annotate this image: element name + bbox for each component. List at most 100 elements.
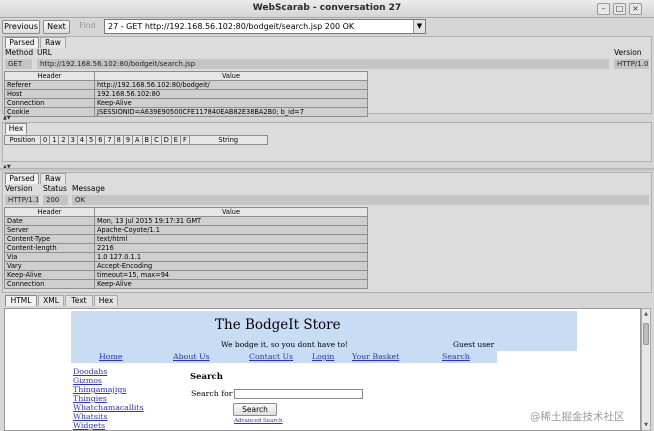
version-field[interactable]: HTTP/1.0 xyxy=(614,59,649,69)
nav-search-link[interactable]: Search xyxy=(442,352,470,361)
store-header: The BodgeIt Store We bodge it, so you do… xyxy=(71,311,577,351)
content-tabs: HTML XML Text Hex xyxy=(2,295,652,307)
column-header[interactable]: Header xyxy=(4,207,95,217)
nav-login-link[interactable]: Login xyxy=(312,352,334,361)
nav-about-link[interactable]: About Us xyxy=(173,352,210,361)
close-icon[interactable]: × xyxy=(629,3,642,15)
column-header[interactable]: 6 xyxy=(95,135,106,145)
table-row[interactable]: Via 1.0 127.0.1.1 xyxy=(4,252,368,262)
message-label: Message xyxy=(72,184,105,193)
sidebar-item-widgets[interactable]: Widgets xyxy=(73,421,105,430)
version-label: Version xyxy=(5,184,33,193)
column-header[interactable]: 4 xyxy=(76,135,88,145)
table-row[interactable]: Vary Accept-Encoding xyxy=(4,261,368,271)
table-row[interactable]: Referer http://192.168.56.102:80/bodgeit/ xyxy=(4,80,368,90)
column-header[interactable]: 0 xyxy=(39,135,51,145)
store-motto: We bodge it, so you dont have to! xyxy=(221,340,349,349)
header-value: timeout=15, max=94 xyxy=(94,270,368,280)
tab-html[interactable]: HTML xyxy=(5,295,37,306)
version-field[interactable]: HTTP/1.1 xyxy=(5,195,39,205)
column-header[interactable]: F xyxy=(179,135,190,145)
version-label: Version xyxy=(614,48,642,57)
column-header[interactable]: String xyxy=(188,135,268,145)
scroll-up-icon[interactable]: ▲ xyxy=(642,311,650,317)
column-header[interactable]: C xyxy=(151,135,162,145)
header-value: Keep-Alive xyxy=(94,279,368,289)
tab-response-raw[interactable]: Raw xyxy=(40,173,66,184)
column-header[interactable]: 8 xyxy=(113,135,124,145)
tab-response-parsed[interactable]: Parsed xyxy=(5,173,39,184)
column-header[interactable]: Value xyxy=(94,71,368,81)
advanced-search-link[interactable]: Advanced Search xyxy=(234,418,283,424)
split-arrows-icon[interactable]: ▲▼ xyxy=(3,115,11,121)
column-header[interactable]: 3 xyxy=(67,135,78,145)
header-name: Via xyxy=(4,252,95,262)
column-header[interactable]: 5 xyxy=(86,135,97,145)
table-row[interactable]: Connection Keep-Alive xyxy=(4,279,368,289)
scroll-down-icon[interactable]: ▼ xyxy=(642,422,650,428)
minimize-icon[interactable]: – xyxy=(597,3,610,15)
sidebar-item-thingamajigs[interactable]: Thingamajigs xyxy=(73,385,126,394)
column-header[interactable]: D xyxy=(160,135,172,145)
header-name: Keep-Alive xyxy=(4,270,95,280)
tab-hex[interactable]: Hex xyxy=(5,123,27,134)
header-name: Host xyxy=(4,89,95,99)
conversation-select-value: 27 - GET http://192.168.56.102:80/bodgei… xyxy=(108,22,355,31)
nav-home-link[interactable]: Home xyxy=(99,352,123,361)
sidebar-item-whatsits[interactable]: Whatsits xyxy=(73,412,107,421)
column-header[interactable]: 7 xyxy=(104,135,115,145)
column-header[interactable]: Position xyxy=(4,135,41,145)
html-preview-scrollbar[interactable]: ▲ ▼ xyxy=(641,308,651,431)
table-row[interactable]: Content-length 2216 xyxy=(4,243,368,253)
header-value: text/html xyxy=(94,234,368,244)
response-headers-table: Header Value Date Mon, 13 Jul 2015 19:17:… xyxy=(4,207,368,289)
scrollbar-thumb[interactable] xyxy=(643,323,649,345)
method-label: Method xyxy=(5,48,34,57)
header-name: Vary xyxy=(4,261,95,271)
column-header[interactable]: E xyxy=(170,135,181,145)
pane-divider[interactable] xyxy=(0,168,654,171)
column-header[interactable]: Value xyxy=(94,207,368,217)
sidebar-item-whatchamacallits[interactable]: Whatchamacallits xyxy=(73,403,144,412)
message-field[interactable]: OK xyxy=(72,195,649,205)
url-field[interactable]: http://192.168.56.102:80/bodgeit/search.… xyxy=(37,59,609,69)
column-header[interactable]: Header xyxy=(4,71,95,81)
maximize-icon[interactable]: □ xyxy=(613,3,626,15)
sidebar-item-thingies[interactable]: Thingies xyxy=(73,394,107,403)
nav-basket-link[interactable]: Your Basket xyxy=(352,352,399,361)
sidebar-item-gizmos[interactable]: Gizmos xyxy=(73,376,102,385)
header-value: 1.0 127.0.1.1 xyxy=(94,252,368,262)
table-row[interactable]: Keep-Alive timeout=15, max=94 xyxy=(4,270,368,280)
table-row[interactable]: Cookie JSESSIONID=A639E90500CFE117840EAB8… xyxy=(4,107,368,117)
table-row[interactable]: Connection Keep-Alive xyxy=(4,98,368,108)
tab-request-parsed[interactable]: Parsed xyxy=(5,37,39,48)
search-heading: Search xyxy=(190,372,223,382)
column-header[interactable]: B xyxy=(141,135,153,145)
url-label: URL xyxy=(37,48,52,57)
tab-text[interactable]: Text xyxy=(65,295,93,306)
column-header[interactable]: 2 xyxy=(58,135,69,145)
next-button[interactable]: Next xyxy=(43,20,70,34)
column-header[interactable]: 1 xyxy=(49,135,60,145)
conversation-select[interactable]: 27 - GET http://192.168.56.102:80/bodgei… xyxy=(104,19,426,34)
method-field[interactable]: GET xyxy=(5,59,32,69)
table-row[interactable]: Server Apache-Coyote/1.1 xyxy=(4,225,368,235)
previous-button[interactable]: Previous xyxy=(2,20,40,34)
header-value: 2216 xyxy=(94,243,368,253)
table-row[interactable]: Content-Type text/html xyxy=(4,234,368,244)
status-field[interactable]: 200 xyxy=(43,195,68,205)
tab-request-raw[interactable]: Raw xyxy=(40,37,66,48)
chevron-down-icon[interactable]: ▼ xyxy=(413,20,425,33)
find-button[interactable]: Find xyxy=(74,20,101,34)
header-name: Server xyxy=(4,225,95,235)
sidebar-item-doodahs[interactable]: Doodahs xyxy=(73,367,107,376)
column-header[interactable]: 9 xyxy=(122,135,134,145)
column-header[interactable]: A xyxy=(132,135,143,145)
table-row[interactable]: Date Mon, 13 Jul 2015 19:17:31 GMT xyxy=(4,216,368,226)
tab-xml[interactable]: XML xyxy=(38,295,64,306)
search-input[interactable] xyxy=(234,389,363,399)
search-button[interactable]: Search xyxy=(233,403,277,416)
tab-hex-content[interactable]: Hex xyxy=(94,295,118,306)
table-row[interactable]: Host 192.168.56.102:80 xyxy=(4,89,368,99)
nav-contact-link[interactable]: Contact Us xyxy=(249,352,293,361)
